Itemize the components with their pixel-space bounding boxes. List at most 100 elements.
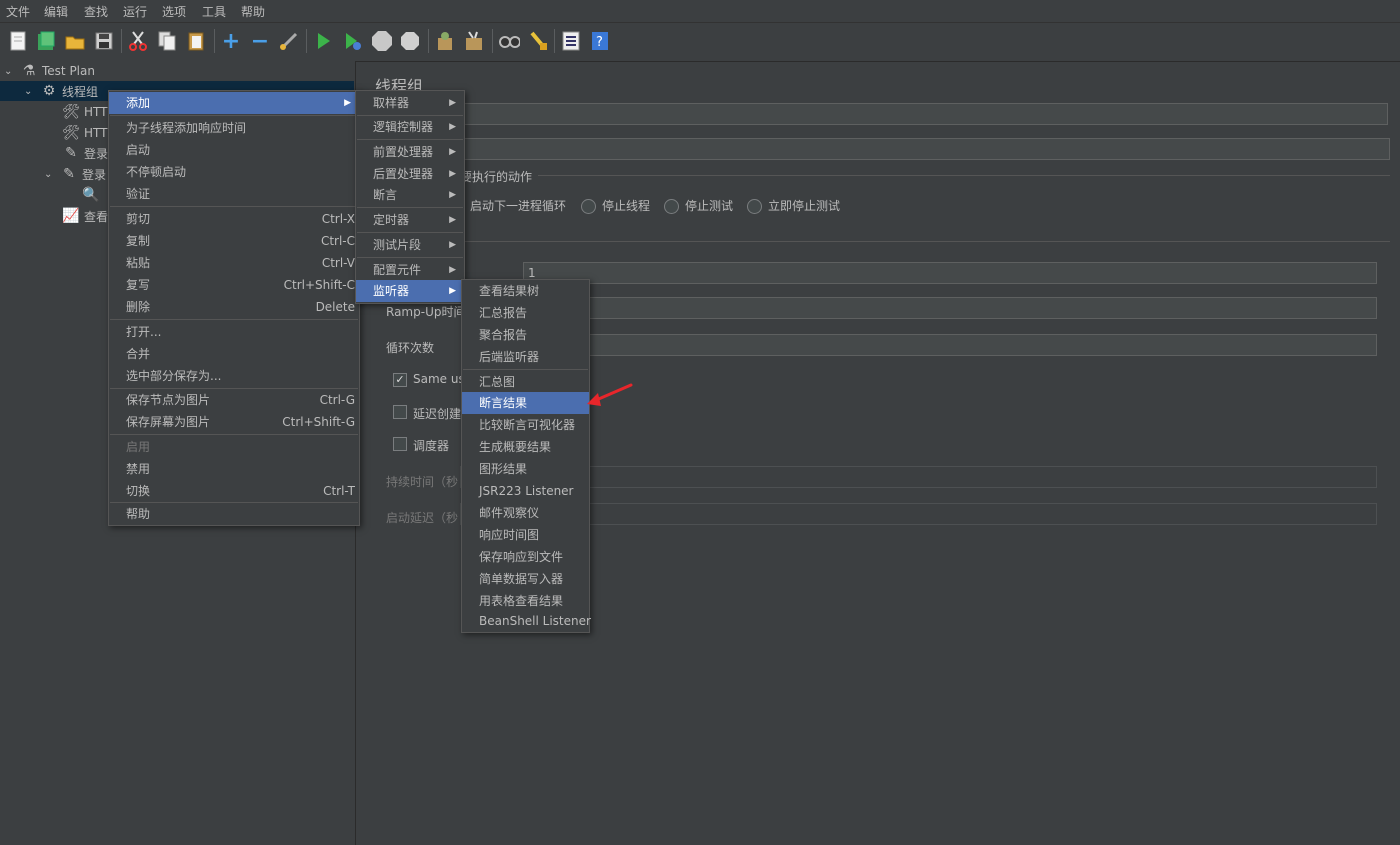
radio-stop-thread[interactable]: 停止线程: [581, 197, 650, 214]
tree-node-login-1[interactable]: ✎ 登录: [62, 143, 108, 163]
menu-paste[interactable]: 粘贴 Ctrl-V: [109, 252, 359, 274]
menu-help[interactable]: 帮助: [109, 503, 359, 525]
paste-icon[interactable]: [185, 29, 207, 53]
menu-aggregate-report[interactable]: 聚合报告: [462, 324, 589, 346]
menu-pre-processor[interactable]: 前置处理器 ▶: [356, 141, 464, 163]
expand-arrow-icon[interactable]: ⌄: [24, 86, 36, 97]
menu-save-node-image[interactable]: 保存节点为图片 Ctrl-G: [109, 389, 359, 411]
menu-assertion[interactable]: 断言 ▶: [356, 184, 464, 206]
tree-node-view[interactable]: 📈 查看: [62, 206, 108, 226]
loop-field[interactable]: [523, 334, 1377, 356]
new-icon[interactable]: [7, 29, 29, 53]
tree-node-http-2[interactable]: 🛠 HTT: [62, 123, 107, 143]
menu-add[interactable]: 添加 ▶: [109, 92, 359, 114]
expand-arrow-icon[interactable]: ⌄: [4, 66, 16, 77]
menu-view-results-tree[interactable]: 查看结果树: [462, 280, 589, 302]
start-no-pause-icon[interactable]: [341, 29, 363, 53]
threads-field[interactable]: 1: [523, 262, 1377, 284]
menu-disable[interactable]: 禁用: [109, 458, 359, 480]
tree-node-test-plan[interactable]: ⌄ ⚗ Test Plan: [4, 61, 95, 81]
templates-icon[interactable]: [35, 29, 57, 53]
menu-save-responses-to-file[interactable]: 保存响应到文件: [462, 546, 589, 568]
tree-node-assertion[interactable]: 🔍: [82, 185, 100, 205]
menu-copy[interactable]: 复制 Ctrl-C: [109, 230, 359, 252]
expand-arrow-icon[interactable]: ⌄: [44, 169, 56, 180]
menu-toggle[interactable]: 切换 Ctrl-T: [109, 480, 359, 502]
same-user-checkbox[interactable]: ✓: [393, 373, 407, 387]
toggle-icon[interactable]: [278, 29, 300, 53]
clear-icon[interactable]: [434, 29, 456, 53]
menu-assertion-results[interactable]: 断言结果: [462, 392, 589, 414]
open-icon[interactable]: [64, 29, 86, 53]
menu-paste-shortcut: Ctrl-V: [321, 256, 355, 270]
menu-response-time-graph[interactable]: 响应时间图: [462, 524, 589, 546]
expand-icon[interactable]: +: [220, 29, 242, 54]
menu-save-selection[interactable]: 选中部分保存为...: [109, 365, 359, 387]
radio-stop-now[interactable]: 立即停止测试: [747, 197, 840, 214]
menu-cut[interactable]: 剪切 Ctrl-X: [109, 208, 359, 230]
menu-summary-report[interactable]: 汇总报告: [462, 302, 589, 324]
menu-config-element[interactable]: 配置元件 ▶: [356, 259, 464, 281]
menu-listener[interactable]: 监听器 ▶: [356, 280, 464, 302]
menu-jsr223-listener[interactable]: JSR223 Listener: [462, 480, 589, 502]
scheduler-checkbox[interactable]: [393, 437, 407, 451]
menu-sampler[interactable]: 取样器 ▶: [356, 92, 464, 114]
radio-button[interactable]: [581, 199, 596, 214]
menu-aggregate-graph[interactable]: 汇总图: [462, 371, 589, 393]
menu-start[interactable]: 启动: [109, 139, 359, 161]
menu-copy-label: 复制: [126, 234, 151, 248]
comment-field[interactable]: [460, 138, 1390, 160]
tree-node-http-1[interactable]: 🛠 HTT: [62, 102, 107, 122]
menu-compare-assertion-visualizer[interactable]: 比较断言可视化器: [462, 414, 589, 436]
radio-next-loop[interactable]: 启动下一进程循环: [470, 197, 566, 214]
name-field[interactable]: [460, 103, 1388, 125]
menu-post-processor[interactable]: 后置处理器 ▶: [356, 163, 464, 185]
duration-field[interactable]: [460, 466, 1377, 488]
reset-search-icon[interactable]: [527, 29, 549, 53]
search-icon[interactable]: [498, 29, 520, 53]
menu-run[interactable]: 运行: [123, 3, 147, 20]
menu-start-no-pause[interactable]: 不停顿启动: [109, 161, 359, 183]
menu-merge[interactable]: 合并: [109, 343, 359, 365]
delay-create-label: 延迟创建: [413, 407, 462, 421]
radio-button[interactable]: [664, 199, 679, 214]
menu-beanshell-listener[interactable]: BeanShell Listener: [462, 610, 591, 632]
menu-open[interactable]: 打开...: [109, 321, 359, 343]
menu-delete[interactable]: 删除 Delete: [109, 296, 359, 318]
menu-graph-results[interactable]: 图形结果: [462, 458, 589, 480]
menu-file[interactable]: 文件: [6, 3, 30, 20]
copy-icon[interactable]: [156, 29, 178, 53]
function-helper-icon[interactable]: [560, 29, 582, 53]
menu-options[interactable]: 选项: [162, 3, 186, 20]
radio-button[interactable]: [747, 199, 762, 214]
menu-save-screen-image[interactable]: 保存屏幕为图片 Ctrl+Shift-G: [109, 411, 359, 433]
menu-timer[interactable]: 定时器 ▶: [356, 209, 464, 231]
menu-generate-summary-results[interactable]: 生成概要结果: [462, 436, 589, 458]
rampup-field[interactable]: [523, 297, 1377, 319]
radio-stop-test[interactable]: 停止测试: [664, 197, 733, 214]
menu-duplicate[interactable]: 复写 Ctrl+Shift-C: [109, 274, 359, 296]
menu-add-think-time[interactable]: 为子线程添加响应时间: [109, 117, 359, 139]
startup-delay-field[interactable]: [460, 503, 1377, 525]
clear-all-icon[interactable]: [463, 29, 485, 53]
menu-help[interactable]: 帮助: [241, 3, 265, 20]
menu-backend-listener[interactable]: 后端监听器: [462, 346, 589, 368]
menu-view-results-table[interactable]: 用表格查看结果: [462, 590, 589, 612]
cut-icon[interactable]: [127, 29, 149, 53]
menu-tools[interactable]: 工具: [202, 3, 226, 20]
collapse-icon[interactable]: −: [249, 29, 271, 54]
menu-edit[interactable]: 编辑: [44, 3, 68, 20]
save-icon[interactable]: [93, 29, 115, 53]
start-icon[interactable]: [312, 29, 334, 53]
menu-test-fragment[interactable]: 测试片段 ▶: [356, 234, 464, 256]
help-icon[interactable]: ?: [589, 29, 611, 53]
menu-mailer-visualizer[interactable]: 邮件观察仪: [462, 502, 589, 524]
stop-icon[interactable]: [370, 29, 392, 53]
menu-search[interactable]: 查找: [84, 3, 108, 20]
tree-node-login-2[interactable]: ⌄ ✎ 登录: [44, 164, 106, 184]
menu-logic-controller[interactable]: 逻辑控制器 ▶: [356, 116, 464, 138]
menu-validate[interactable]: 验证: [109, 183, 359, 205]
shutdown-icon[interactable]: [399, 29, 421, 53]
menu-simple-data-writer[interactable]: 简单数据写入器: [462, 568, 589, 590]
delay-create-checkbox[interactable]: [393, 405, 407, 419]
